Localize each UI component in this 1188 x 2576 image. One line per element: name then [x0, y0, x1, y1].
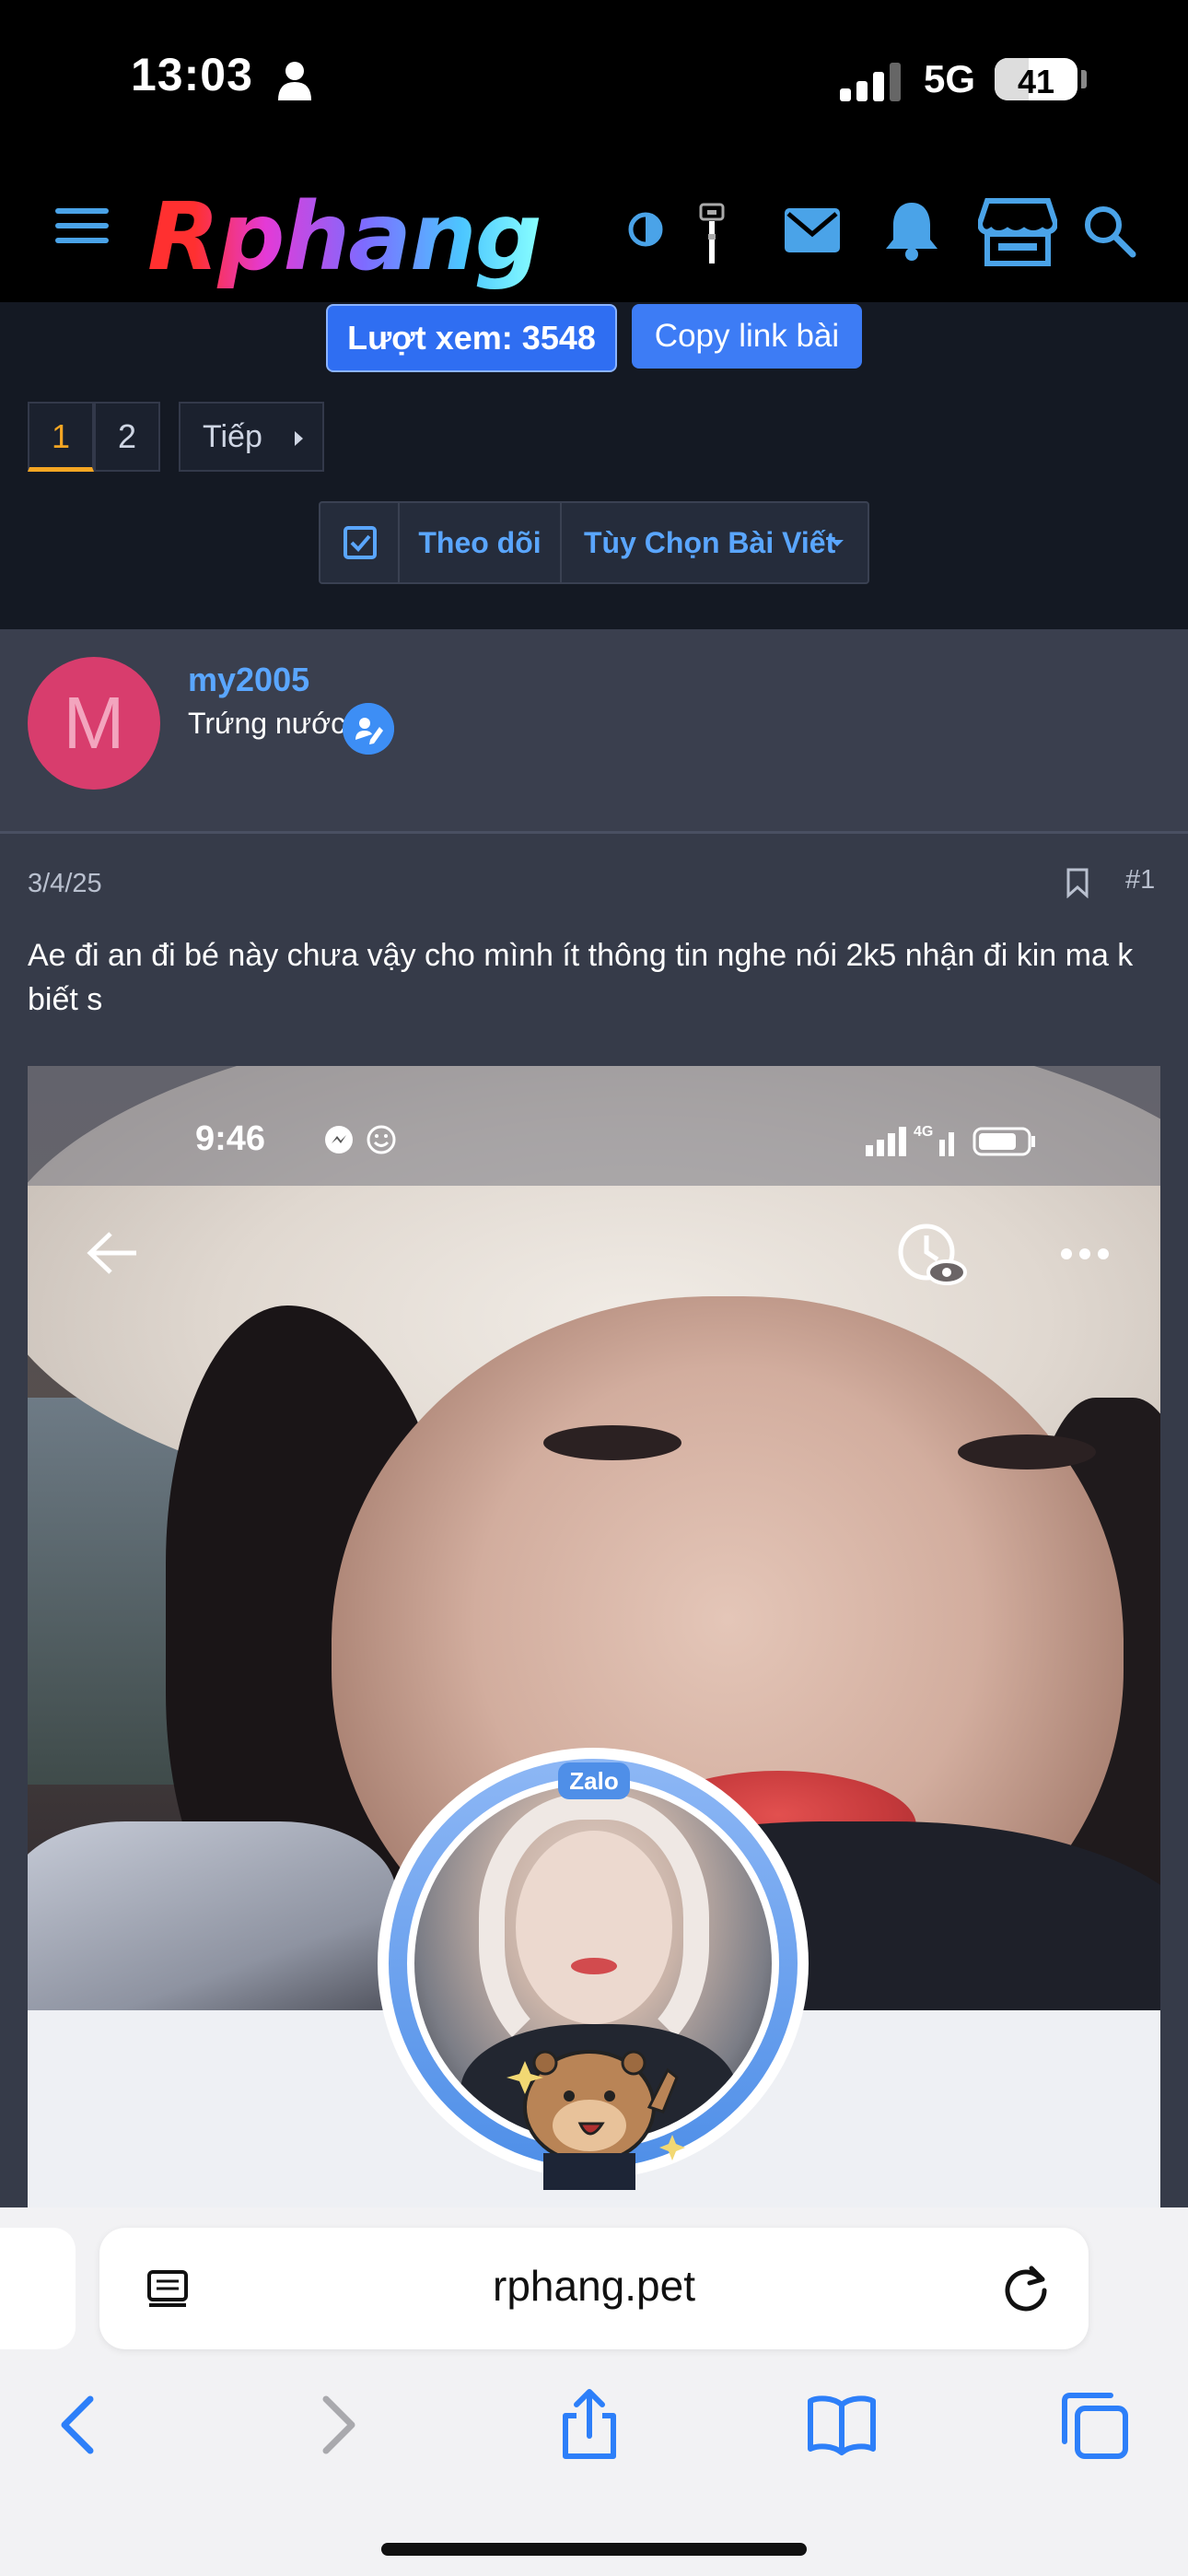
theme-toggle-icon[interactable] — [628, 212, 663, 247]
thread-actions: Theo dõi Tùy Chọn Bài Viết — [319, 501, 869, 584]
status-time: 13:03 — [131, 49, 253, 100]
post-image[interactable]: 9:46 4G Zalo — [28, 1066, 1160, 2207]
url-text[interactable]: rphang.pet — [99, 2261, 1089, 2311]
page-2-button[interactable]: 2 — [94, 402, 160, 472]
bell-icon[interactable] — [882, 199, 941, 262]
user-badge-icon — [343, 703, 394, 755]
screenshot-time: 9:46 — [195, 1119, 266, 1158]
caret-right-icon — [295, 431, 303, 446]
flashlight-icon[interactable] — [698, 203, 726, 267]
author-username[interactable]: my2005 — [188, 661, 309, 699]
select-checkbox[interactable] — [320, 503, 400, 582]
screenshot-more-icon — [1061, 1248, 1109, 1259]
views-count-button[interactable]: Lượt xem: 3548 — [326, 304, 617, 372]
battery-tip — [1081, 70, 1087, 88]
avatar[interactable]: M — [28, 657, 160, 790]
browser-toolbar: rphang.pet — [0, 2207, 1188, 2576]
author-title: Trứng nước — [188, 707, 346, 740]
thread-toolbar: Lượt xem: 3548 Copy link bài 1 2 Tiếp Th… — [0, 302, 1188, 629]
search-icon[interactable] — [1083, 205, 1136, 258]
forward-icon[interactable] — [300, 2388, 374, 2462]
follow-button[interactable]: Theo dõi — [400, 503, 562, 582]
battery-icon: 41 — [995, 58, 1077, 100]
back-icon[interactable] — [42, 2388, 116, 2462]
capybara-sticker-icon — [507, 2050, 685, 2190]
messenger-icon — [325, 1125, 396, 1154]
signal-icon — [840, 63, 901, 101]
screenshot-network-label: 4G — [914, 1124, 933, 1140]
bookmarks-icon[interactable] — [805, 2388, 879, 2462]
status-bar: 13:03 5G 41 — [0, 0, 1188, 166]
mail-icon[interactable] — [783, 206, 842, 254]
post-author-bar: M my2005 Trứng nước — [0, 629, 1188, 834]
page-1-button[interactable]: 1 — [28, 402, 94, 472]
person-icon — [278, 62, 311, 100]
menu-icon[interactable] — [55, 208, 109, 249]
bookmark-icon[interactable] — [1066, 867, 1089, 898]
tabs-icon[interactable] — [1057, 2388, 1131, 2462]
chevron-down-icon — [831, 540, 844, 546]
reload-icon[interactable] — [1000, 2263, 1052, 2314]
home-indicator[interactable] — [381, 2543, 807, 2556]
site-header: Rphang — [0, 166, 1188, 302]
previous-tab-preview[interactable] — [0, 2228, 76, 2349]
checkbox-icon — [344, 526, 377, 559]
zalo-badge: Zalo — [558, 1762, 630, 1799]
address-bar[interactable]: rphang.pet — [99, 2228, 1089, 2349]
next-page-button[interactable]: Tiếp — [179, 402, 324, 472]
store-icon[interactable] — [978, 197, 1057, 267]
next-page-label: Tiếp — [203, 419, 262, 454]
post-body-text: Ae đi an đi bé này chưa vậy cho mình ít … — [28, 938, 1134, 1017]
post: 3/4/25 #1 Ae đi an đi bé này chưa vậy ch… — [0, 834, 1188, 2207]
post-options-dropdown[interactable]: Tùy Chọn Bài Viết — [562, 503, 869, 582]
screenshot-signal-icon: 4G — [866, 1124, 1035, 1156]
share-icon[interactable] — [553, 2388, 626, 2462]
site-logo[interactable]: Rphang — [147, 182, 542, 292]
copy-link-button[interactable]: Copy link bài — [632, 304, 862, 369]
network-type: 5G — [924, 57, 976, 100]
post-date[interactable]: 3/4/25 — [28, 869, 102, 899]
screenshot-back-icon — [87, 1232, 136, 1274]
post-number[interactable]: #1 — [1125, 865, 1155, 896]
screenshot-history-icon — [898, 1224, 967, 1285]
post-options-label: Tùy Chọn Bài Viết — [584, 526, 836, 559]
battery-level: 41 — [1017, 63, 1055, 100]
